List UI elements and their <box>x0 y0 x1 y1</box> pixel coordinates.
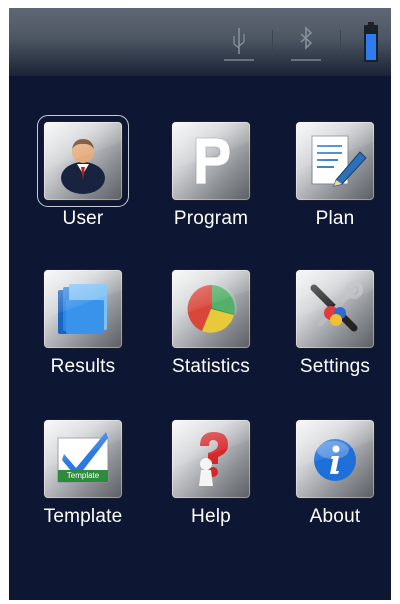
menu-tile-label: Results <box>50 356 116 377</box>
menu-tile-label: Statistics <box>171 356 251 377</box>
battery-icon <box>364 22 378 62</box>
menu-tile-user[interactable]: User <box>23 115 143 242</box>
template-badge-label: Template <box>66 471 100 480</box>
menu-tile-label: Program <box>173 208 249 229</box>
menu-tile-about[interactable]: About <box>275 420 391 540</box>
program-p-icon <box>172 122 250 200</box>
menu-tile-template[interactable]: Template Template <box>23 420 143 540</box>
usb-icon <box>224 28 254 61</box>
template-check-icon: Template <box>44 420 122 498</box>
menu-tile-plan[interactable]: Plan <box>275 122 391 242</box>
menu-tile-program[interactable]: Program <box>151 122 271 242</box>
menu-tile-help[interactable]: Help <box>151 420 271 540</box>
menu-tile-label: Template <box>43 506 123 527</box>
menu-tile-label: About <box>309 506 361 527</box>
help-question-icon <box>172 420 250 498</box>
menu-tile-label: Help <box>191 506 231 527</box>
status-separator <box>272 30 273 56</box>
status-bar <box>9 8 391 76</box>
menu-tile-label: Settings <box>299 356 371 377</box>
settings-tools-icon <box>296 270 374 348</box>
plan-document-pencil-icon <box>296 122 374 200</box>
status-separator <box>340 30 341 56</box>
device-screen: User Program Plan Results Statistics Set… <box>9 8 391 600</box>
menu-tile-settings[interactable]: Settings <box>275 270 391 390</box>
bluetooth-icon <box>291 26 321 61</box>
menu-tile-statistics[interactable]: Statistics <box>151 270 271 390</box>
statistics-pie-icon <box>172 270 250 348</box>
menu-tile-label: Plan <box>315 208 355 229</box>
about-info-icon <box>296 420 374 498</box>
results-folder-icon <box>44 270 122 348</box>
menu-tile-results[interactable]: Results <box>23 270 143 390</box>
user-icon <box>37 115 129 207</box>
menu-tile-label: User <box>62 208 104 229</box>
